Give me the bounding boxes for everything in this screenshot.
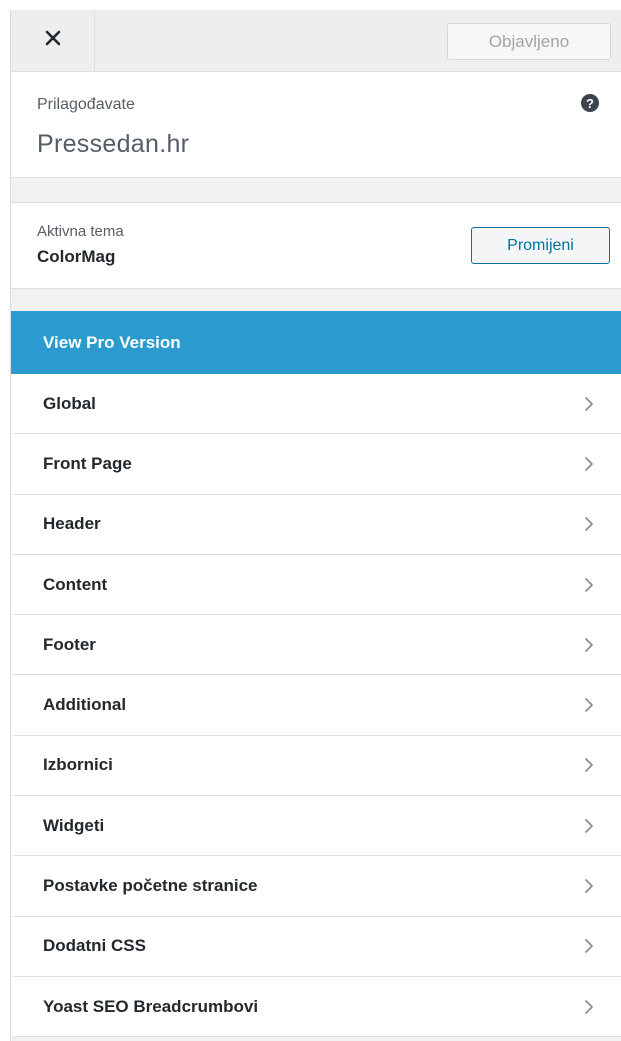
menu-item[interactable]: Header	[11, 494, 621, 555]
chevron-right-icon	[580, 817, 598, 835]
menu-item-label: Yoast SEO Breadcrumbovi	[43, 996, 259, 1016]
menu-item-label: Postavke početne stranice	[43, 876, 258, 896]
menu-item[interactable]: Izbornici	[11, 735, 621, 797]
chevron-right-icon	[580, 636, 598, 654]
menu-item[interactable]: Yoast SEO Breadcrumbovi	[11, 976, 621, 1038]
change-theme-button[interactable]: Promijeni	[471, 227, 610, 264]
chevron-right-icon	[580, 998, 598, 1016]
chevron-right-icon	[580, 395, 598, 413]
customizer-panel: Objavljeno Prilagođavate Pressedan.hr ? …	[10, 10, 621, 1041]
chevron-right-icon	[580, 937, 598, 955]
menu-item[interactable]: Dodatni CSS	[11, 916, 621, 977]
menu-item[interactable]: Postavke početne stranice	[11, 856, 621, 917]
menu-item-label: Content	[43, 574, 108, 594]
menu-item-label: Front Page	[43, 453, 132, 473]
menu-item[interactable]: Front Page	[11, 434, 621, 495]
chevron-right-icon	[580, 455, 598, 473]
menu-item-label: Izbornici	[43, 755, 113, 775]
customizer-header: Objavljeno	[11, 10, 621, 72]
menu-item-label: Global	[43, 393, 96, 413]
customizing-label: Prilagođavate	[37, 96, 135, 113]
customizer-menu: View Pro Version Global Front Page Header C…	[11, 311, 621, 1038]
menu-item[interactable]: Additional	[11, 675, 621, 736]
close-icon	[45, 30, 61, 51]
chevron-right-icon	[580, 756, 598, 774]
menu-item-label: Widgeti	[43, 815, 105, 835]
chevron-right-icon	[580, 576, 598, 594]
publish-button[interactable]: Objavljeno	[447, 23, 611, 60]
active-theme-name: ColorMag	[37, 247, 116, 266]
active-theme-section: Aktivna tema ColorMag Promijeni	[11, 202, 621, 289]
menu-item[interactable]: Global	[11, 374, 621, 435]
active-theme-label: Aktivna tema	[37, 223, 124, 240]
chevron-right-icon	[580, 515, 598, 533]
help-icon[interactable]: ?	[581, 94, 599, 112]
site-title: Pressedan.hr	[37, 130, 190, 158]
menu-item-label: Header	[43, 514, 101, 534]
menu-item[interactable]: Content	[11, 554, 621, 616]
menu-item-label: Footer	[43, 634, 96, 654]
chevron-right-icon	[580, 877, 598, 895]
menu-item[interactable]: Footer	[11, 615, 621, 676]
close-button[interactable]	[11, 10, 95, 71]
chevron-right-icon	[580, 696, 598, 714]
menu-item-label: Dodatni CSS	[43, 936, 146, 956]
customizer-info: Prilagođavate Pressedan.hr ?	[11, 72, 621, 178]
menu-item[interactable]: Widgeti	[11, 796, 621, 857]
menu-item-label: Additional	[43, 695, 127, 715]
view-pro-version-link[interactable]: View Pro Version	[11, 311, 621, 374]
